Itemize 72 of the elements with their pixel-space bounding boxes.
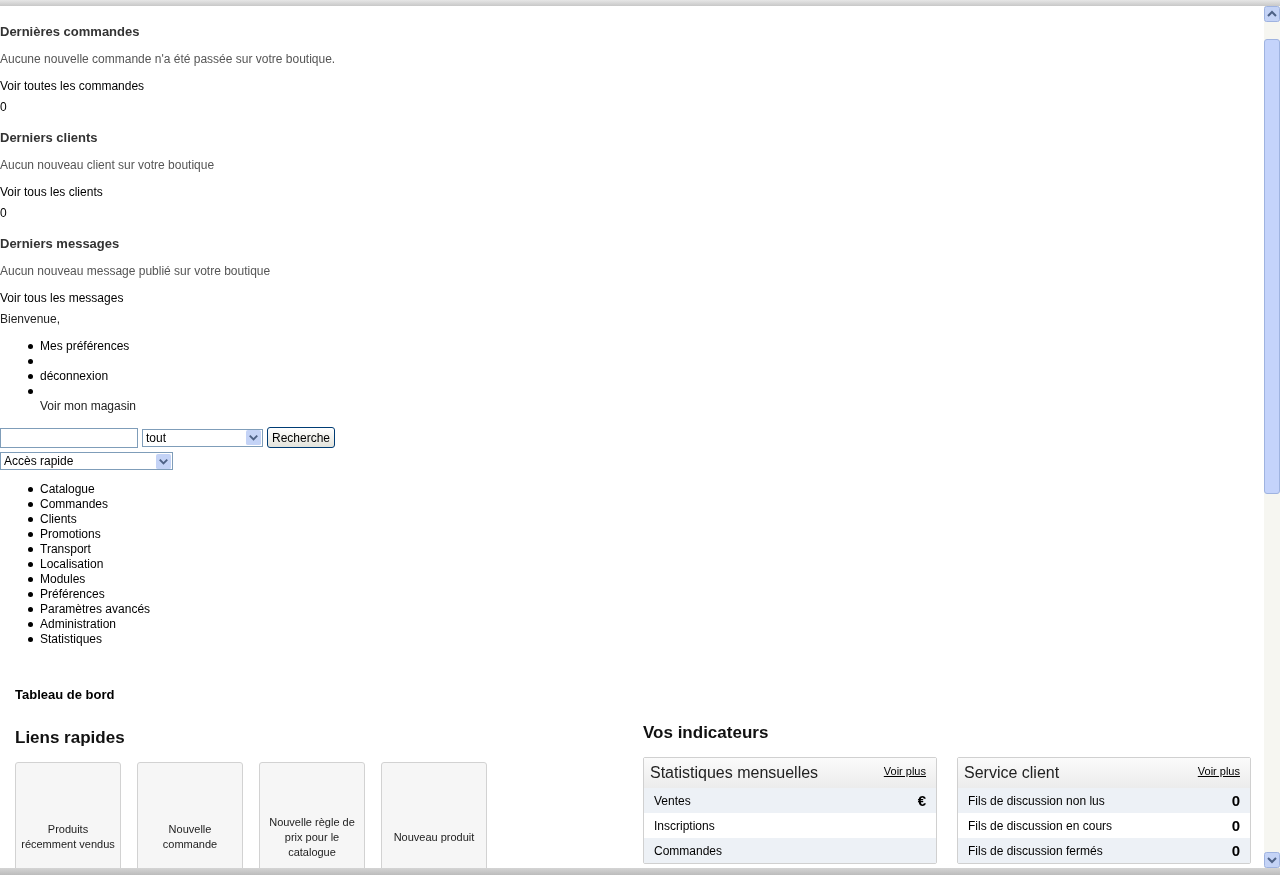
bullet-icon xyxy=(28,547,33,552)
view-all-link[interactable]: Voir tous les messages xyxy=(0,291,124,305)
scroll-thumb[interactable] xyxy=(1264,39,1280,495)
view-all-link[interactable]: Voir toutes les commandes xyxy=(0,79,145,93)
indicator-label: Commandes xyxy=(654,843,723,858)
user-menu-link[interactable]: Voir mon magasin xyxy=(40,399,137,414)
bullet-icon xyxy=(28,389,33,394)
bullet-icon xyxy=(28,607,33,612)
nav-link[interactable]: Paramètres avancés xyxy=(40,602,151,617)
nav-link[interactable]: Administration xyxy=(40,617,117,632)
quick-links-heading: Liens rapides xyxy=(15,728,125,748)
indicator-label: Fils de discussion non lus xyxy=(968,793,1105,808)
scroll-down-icon[interactable] xyxy=(1264,852,1280,868)
quick-link-card[interactable]: Nouveau produit xyxy=(381,762,487,868)
scrollbar[interactable] xyxy=(1264,6,1280,868)
bullet-icon xyxy=(28,562,33,567)
indicator-value: 0 xyxy=(1231,842,1240,859)
caret-icon[interactable] xyxy=(246,430,261,445)
panel-title: Service client xyxy=(964,764,1060,782)
section-heading: Derniers clients xyxy=(0,130,98,145)
bullet-icon xyxy=(28,622,33,627)
empty-message: Aucun nouveau message publié sur votre boutique xyxy=(0,264,271,279)
nav-link[interactable]: Promotions xyxy=(40,527,101,542)
nav-link[interactable]: Transport xyxy=(40,542,91,557)
user-menu-link[interactable]: Mes préférences xyxy=(40,339,130,354)
quick-link-card[interactable]: Produits récemment vendus xyxy=(15,762,121,868)
nav-link[interactable]: Modules xyxy=(40,572,86,587)
bullet-icon xyxy=(28,577,33,582)
indicators-heading: Vos indicateurs xyxy=(643,723,769,743)
see-more-link[interactable]: Voir plus xyxy=(1197,765,1240,777)
bullet-icon xyxy=(28,502,33,507)
search-scope-dropdown[interactable]: tout xyxy=(142,428,263,447)
scroll-up-icon[interactable] xyxy=(1264,6,1280,22)
bullet-icon xyxy=(28,637,33,642)
indicator-value: 0 xyxy=(1231,817,1240,834)
nav-link[interactable]: Commandes xyxy=(40,497,109,512)
bullet-icon xyxy=(28,359,33,364)
view-all-link[interactable]: Voir tous les clients xyxy=(0,185,103,199)
page-title: Tableau de bord xyxy=(15,687,115,702)
search-button[interactable]: Recherche xyxy=(267,427,336,448)
section-heading: Derniers messages xyxy=(0,236,120,251)
user-menu-link[interactable]: déconnexion xyxy=(40,369,109,384)
nav-link[interactable]: Catalogue xyxy=(40,482,95,497)
count-text: 0 xyxy=(0,206,7,220)
indicator-value: € xyxy=(917,792,926,809)
count-text: 0 xyxy=(0,100,7,114)
see-more-link[interactable]: Voir plus xyxy=(883,765,926,777)
indicator-label: Fils de discussion fermés xyxy=(968,843,1103,858)
search-field[interactable] xyxy=(0,427,138,448)
indicator-value: 0 xyxy=(1231,792,1240,809)
indicator-label: Fils de discussion en cours xyxy=(968,818,1113,833)
bullet-icon xyxy=(28,592,33,597)
indicator-label: Ventes xyxy=(654,793,691,808)
bullet-icon xyxy=(28,344,33,349)
bullet-icon xyxy=(28,487,33,492)
empty-message: Aucun nouveau client sur votre boutique xyxy=(0,158,215,173)
panel-title: Statistiques mensuelles xyxy=(650,764,819,782)
quick-access-dropdown[interactable]: Accès rapide xyxy=(0,452,173,470)
bullet-icon xyxy=(28,532,33,537)
welcome-text: Bienvenue, xyxy=(0,312,61,326)
section-heading: Dernières commandes xyxy=(0,24,140,39)
quick-link-card[interactable]: Nouvelle commande xyxy=(137,762,243,868)
nav-link[interactable]: Préférences xyxy=(40,587,105,602)
caret-icon[interactable] xyxy=(156,453,171,469)
empty-message: Aucune nouvelle commande n'a été passée sur votre boutique. xyxy=(0,52,336,67)
nav-link[interactable]: Localisation xyxy=(40,557,104,572)
quick-link-card[interactable]: Nouvelle règle de prix pour le catalogue xyxy=(259,762,365,868)
bullet-icon xyxy=(28,517,33,522)
bullet-icon xyxy=(28,374,33,379)
nav-link[interactable]: Statistiques xyxy=(40,632,103,647)
indicator-label: Inscriptions xyxy=(654,818,715,833)
nav-link[interactable]: Clients xyxy=(40,512,77,527)
